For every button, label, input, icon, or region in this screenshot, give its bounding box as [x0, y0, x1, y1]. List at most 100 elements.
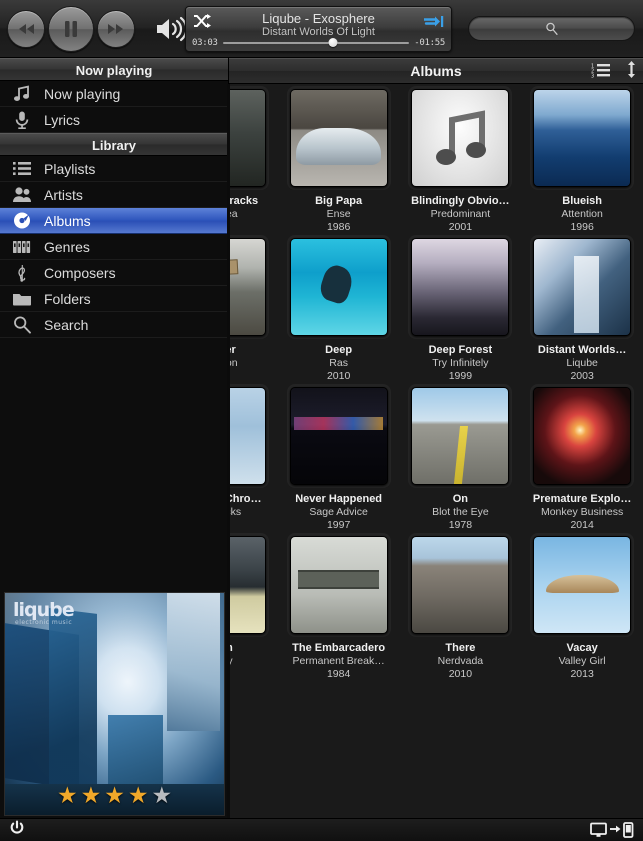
album-title: asement Tracks	[229, 195, 259, 207]
sidebar-item-label: Search	[44, 316, 89, 333]
sidebar-item-search[interactable]: Search	[0, 312, 228, 338]
album-cover[interactable]	[289, 89, 388, 187]
albums-panel: Albums 1 2 3 asemen	[229, 58, 643, 818]
album-year: 2009	[229, 668, 277, 681]
microphone-icon	[11, 110, 33, 130]
next-button[interactable]	[97, 9, 135, 48]
album-item[interactable]: ghthouse Chro…Alcatracks2000	[229, 387, 277, 532]
list-icon	[11, 159, 33, 179]
album-cover[interactable]	[533, 238, 632, 336]
album-item[interactable]: There Nerdvada 2010	[400, 536, 521, 681]
album-year: 2000	[229, 519, 277, 532]
volume-button[interactable]	[155, 16, 189, 42]
rating-star[interactable]: ★	[104, 784, 125, 807]
album-year: 2001	[448, 221, 473, 233]
sidebar-item-artists[interactable]: Artists	[0, 182, 228, 208]
album-item[interactable]: Blindingly Obvio… Predominant 2001	[400, 89, 521, 234]
album-artist: Nerdvada	[437, 655, 484, 667]
now-playing-title: Liqube - Exosphere	[262, 11, 375, 26]
album-cover[interactable]	[229, 536, 266, 634]
now-playing-artwork[interactable]: liqube electronic music ★ ★ ★ ★ ★	[4, 592, 225, 816]
sidebar-item-albums[interactable]: Albums	[0, 208, 228, 234]
album-item[interactable]: The Embarcadero Permanent Break… 1984	[278, 536, 399, 681]
repeat-icon[interactable]	[422, 15, 444, 33]
album-item[interactable]: On Blot the Eye 1978	[400, 387, 521, 532]
seek-slider[interactable]	[222, 38, 410, 48]
album-cover[interactable]	[411, 536, 510, 634]
sort-numbered-list-icon[interactable]: 1 2 3	[591, 62, 610, 83]
sidebar-item-label: Albums	[44, 212, 91, 229]
page-title: Albums	[410, 63, 462, 79]
album-item[interactable]: StormMoody2009	[229, 536, 277, 681]
album-item[interactable]: Deep Forest Try Infinitely 1999	[400, 238, 521, 383]
top-toolbar: Liqube - Exosphere Distant Worlds Of Lig…	[0, 0, 643, 58]
album-title: Big Papa	[315, 195, 363, 207]
album-item[interactable]: Distant Worlds… Liqube 2003	[522, 238, 643, 383]
search-input[interactable]	[468, 16, 635, 41]
previous-button[interactable]	[7, 9, 45, 48]
album-cover[interactable]	[411, 387, 510, 485]
album-item[interactable]: Blueish Attention 1996	[522, 89, 643, 234]
album-artist: Permanent Break…	[292, 655, 385, 667]
album-title: On	[452, 493, 469, 505]
treble-clef-icon	[11, 263, 33, 283]
album-cover[interactable]	[533, 536, 632, 634]
sidebar-item-lyrics[interactable]: Lyrics	[0, 107, 228, 133]
album-cover[interactable]	[289, 536, 388, 634]
album-item[interactable]: Never Happened Sage Advice 1997	[278, 387, 399, 532]
album-artist: Liqube	[566, 357, 598, 369]
album-item[interactable]: Premature Explo… Monkey Business 2014	[522, 387, 643, 532]
album-art	[412, 388, 509, 484]
album-cover[interactable]	[411, 238, 510, 336]
album-item[interactable]: DangerAttention2015	[229, 238, 277, 383]
album-item[interactable]: asement TracksPanacea1999	[229, 89, 277, 234]
album-cover[interactable]	[533, 387, 632, 485]
album-title: Distant Worlds…	[537, 344, 627, 356]
album-cover[interactable]	[289, 387, 388, 485]
seek-row: 03:03 -01:55	[192, 38, 445, 48]
album-cover[interactable]	[533, 89, 632, 187]
album-art	[412, 537, 509, 633]
album-title: Premature Explo…	[532, 493, 632, 505]
album-item[interactable]: Deep Ras 2010	[278, 238, 399, 383]
rating-stars[interactable]: ★ ★ ★ ★ ★	[5, 784, 224, 807]
sidebar-item-playlists[interactable]: Playlists	[0, 156, 228, 182]
album-artist: Panacea	[229, 208, 238, 220]
sort-direction-icon[interactable]	[626, 61, 637, 83]
album-cover[interactable]	[229, 89, 266, 187]
now-playing-panel[interactable]: Liqube - Exosphere Distant Worlds Of Lig…	[185, 6, 452, 52]
shuffle-icon[interactable]	[193, 14, 211, 33]
album-year: 1978	[448, 519, 473, 531]
monitor-to-phone-icon[interactable]	[590, 822, 634, 838]
album-art	[290, 90, 387, 186]
album-art	[412, 239, 509, 335]
power-icon[interactable]	[9, 819, 25, 841]
album-cover[interactable]	[229, 387, 266, 485]
sidebar-item-label: Artists	[44, 186, 83, 203]
albums-grid[interactable]: asement TracksPanacea1999Big PapaEnse198…	[229, 85, 643, 818]
albums-grid-inner: asement TracksPanacea1999Big PapaEnse198…	[229, 85, 643, 685]
sidebar-item-label: Now playing	[44, 85, 121, 102]
rating-star[interactable]: ★	[57, 784, 78, 807]
album-year: 1999	[448, 370, 473, 382]
magnifier-icon	[11, 315, 33, 335]
play-pause-button[interactable]	[48, 5, 94, 52]
seek-knob[interactable]	[328, 38, 338, 47]
album-title: Blindingly Obvio…	[411, 195, 510, 207]
album-cover[interactable]	[289, 238, 388, 336]
album-cover[interactable]	[229, 238, 266, 336]
sidebar-item-composers[interactable]: Composers	[0, 260, 228, 286]
disc-icon	[11, 211, 33, 231]
album-art	[290, 537, 387, 633]
album-artist: Blot the Eye	[432, 506, 489, 518]
rating-star[interactable]: ★	[151, 784, 172, 807]
album-cover[interactable]	[411, 89, 510, 187]
rating-star[interactable]: ★	[81, 784, 102, 807]
album-item[interactable]: Vacay Valley Girl 2013	[522, 536, 643, 681]
album-item[interactable]: Big Papa Ense 1986	[278, 89, 399, 234]
rating-star[interactable]: ★	[128, 784, 149, 807]
sidebar-item-folders[interactable]: Folders	[0, 286, 228, 312]
sidebar-item-genres[interactable]: Genres	[0, 234, 228, 260]
album-year: 2003	[570, 370, 594, 382]
sidebar-item-now-playing[interactable]: Now playing	[0, 81, 228, 107]
